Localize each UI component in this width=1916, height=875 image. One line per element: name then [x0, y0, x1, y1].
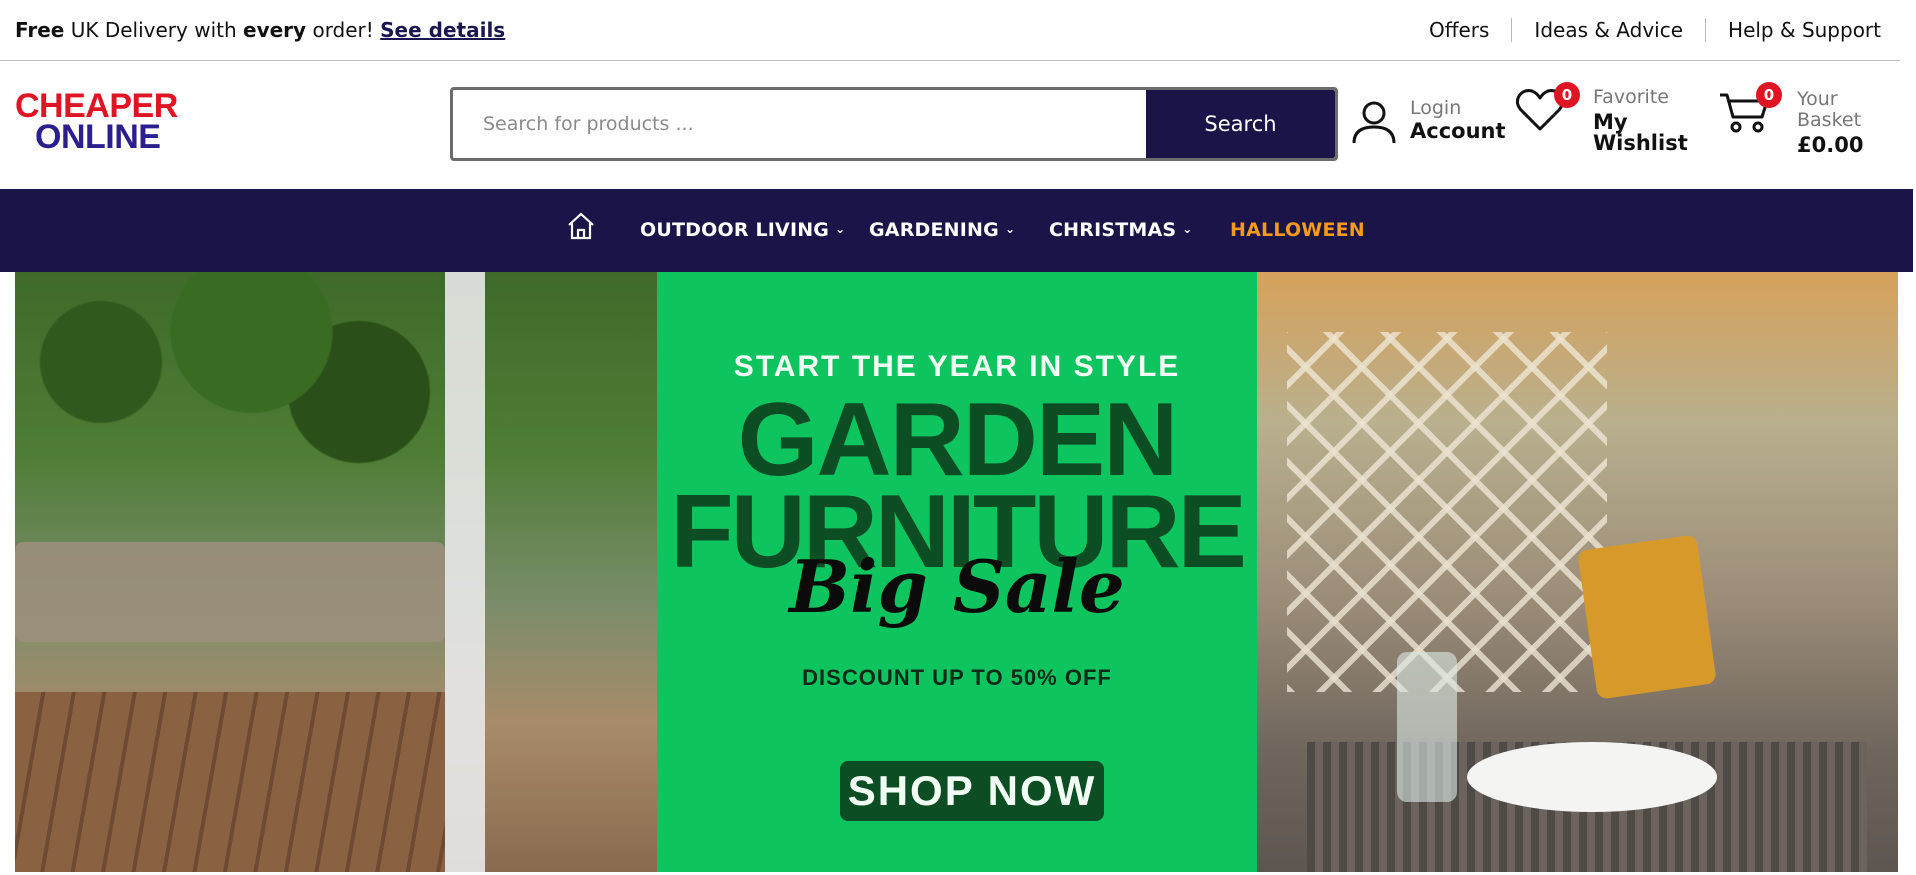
chevron-down-icon: ⌄	[835, 222, 846, 236]
photo-sofa	[15, 542, 445, 642]
ideas-advice-link[interactable]: Ideas & Advice	[1534, 18, 1683, 42]
nav-label: HALLOWEEN	[1230, 219, 1365, 241]
photo-lattice	[1287, 332, 1607, 692]
hero-banner[interactable]: START THE YEAR IN STYLE GARDEN FURNITURE…	[15, 272, 1898, 872]
top-links: Offers Ideas & Advice Help & Support	[1429, 18, 1881, 42]
offers-link[interactable]: Offers	[1429, 18, 1489, 42]
nav-christmas[interactable]: CHRISTMAS ⌄	[1049, 219, 1193, 241]
wishlist-label: Wishlist	[1593, 131, 1688, 155]
hero-discount: DISCOUNT UP TO 50% OFF	[802, 665, 1112, 690]
account-label: Account	[1410, 119, 1506, 143]
favorite-label: Favorite	[1593, 86, 1669, 108]
login-label: Login	[1410, 97, 1462, 119]
photo-deck	[15, 692, 445, 872]
promo-every: every	[243, 18, 307, 42]
chevron-down-icon: ⌄	[1182, 222, 1193, 236]
photo-trees	[15, 272, 445, 572]
basket-link[interactable]: Your Basket £0.00	[1797, 89, 1863, 156]
see-details-link[interactable]: See details	[380, 18, 505, 42]
search-input[interactable]	[453, 90, 1153, 158]
photo-plate	[1467, 742, 1717, 812]
photo-pillow	[1577, 534, 1717, 700]
basket-count-badge: 0	[1756, 82, 1782, 108]
photo-door	[445, 272, 485, 872]
patio-photo-left	[15, 272, 657, 872]
nav-halloween[interactable]: HALLOWEEN	[1230, 219, 1365, 241]
patio-photo-right	[1257, 272, 1898, 872]
account-link[interactable]: Login Account	[1410, 97, 1506, 143]
promo-text-end: order!	[306, 18, 381, 42]
promo-bar: Free UK Delivery with every order! See d…	[0, 0, 1900, 61]
wishlist-link[interactable]: Favorite My Wishlist	[1593, 87, 1688, 154]
divider	[1705, 18, 1707, 42]
delivery-promo: Free UK Delivery with every order! See d…	[15, 18, 505, 42]
shop-now-button[interactable]: SHOP NOW	[840, 761, 1104, 821]
photo-vase	[1397, 652, 1457, 802]
nav-label: GARDENING	[869, 219, 999, 241]
nav-outdoor-living[interactable]: OUTDOOR LIVING ⌄	[640, 219, 845, 241]
help-support-link[interactable]: Help & Support	[1728, 18, 1881, 42]
site-header: CHEAPER ONLINE Search Login Account 0 Fa…	[0, 61, 1900, 189]
wishlist-count-badge: 0	[1554, 82, 1580, 108]
basket-total: £0.00	[1797, 133, 1864, 157]
divider	[1511, 18, 1513, 42]
home-icon[interactable]	[566, 211, 596, 241]
nav-gardening[interactable]: GARDENING ⌄	[869, 219, 1015, 241]
promo-free: Free	[15, 18, 65, 42]
my-label: My	[1593, 110, 1628, 134]
main-nav: OUTDOOR LIVING ⌄ GARDENING ⌄ CHRISTMAS ⌄ HA…	[0, 189, 1913, 272]
hero-script-text: Big Sale	[789, 544, 1125, 629]
user-icon[interactable]	[1351, 99, 1397, 145]
cheaper-online-logo[interactable]: CHEAPER ONLINE	[15, 89, 178, 156]
chevron-down-icon: ⌄	[1004, 222, 1016, 236]
search-button[interactable]: Search	[1146, 90, 1335, 158]
nav-label: OUTDOOR LIVING	[640, 219, 830, 241]
logo-line2: ONLINE	[35, 118, 161, 156]
hero-subtitle: START THE YEAR IN STYLE	[733, 350, 1181, 383]
search-bar: Search	[450, 87, 1338, 161]
sale-promo-panel: START THE YEAR IN STYLE GARDEN FURNITURE…	[657, 272, 1257, 872]
your-label: Your	[1797, 88, 1838, 110]
promo-text: UK Delivery with	[64, 18, 244, 42]
basket-label: Basket	[1797, 109, 1862, 131]
nav-label: CHRISTMAS	[1049, 219, 1177, 241]
